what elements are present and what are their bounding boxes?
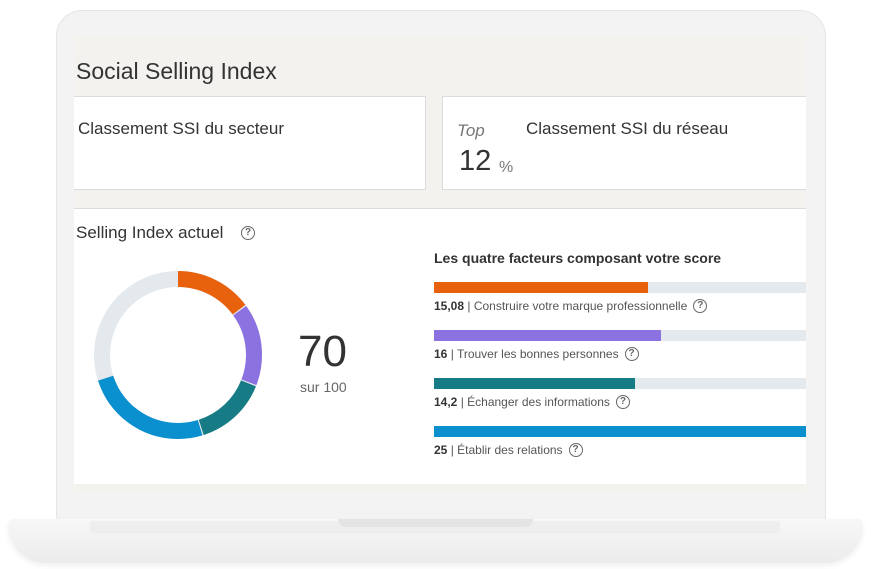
sector-rank-label: Classement SSI du secteur: [78, 119, 284, 138]
top-label: Top: [457, 121, 485, 140]
factor-bar-track: [434, 282, 806, 293]
question-circle-icon[interactable]: ?: [568, 442, 583, 457]
question-circle-icon[interactable]: ?: [615, 394, 630, 409]
selling-index-title: Selling Index actuel ?: [76, 223, 255, 243]
factor-bar-track: [434, 378, 806, 389]
factor-separator: |: [464, 299, 474, 313]
network-rank-value: 12: [459, 145, 492, 177]
network-rank-label: Classement SSI du réseau: [526, 119, 729, 138]
factor-separator: |: [447, 347, 457, 361]
factor-bar-fill: [434, 378, 635, 389]
factor-bar-fill: [434, 282, 648, 293]
factor-label: 15,08 | Construire votre marque professi…: [434, 298, 708, 314]
selling-index-title-text: Selling Index actuel: [76, 223, 224, 242]
sector-rank-card: Classement SSI du secteur: [74, 96, 426, 190]
factor-name: Échanger des informations: [467, 395, 610, 409]
question-circle-icon[interactable]: ?: [693, 298, 708, 313]
score-value: 70: [298, 327, 347, 376]
question-circle-icon[interactable]: ?: [624, 346, 639, 361]
factor-label: 16 | Trouver les bonnes personnes?: [434, 346, 639, 362]
factor-value: 14,2: [434, 395, 458, 409]
network-rank-card: Top 12 % Classement SSI du réseau: [442, 96, 806, 190]
factor-value: 16: [434, 347, 448, 361]
factor-value: 25: [434, 443, 448, 457]
factors-title: Les quatre facteurs composant votre scor…: [434, 250, 722, 266]
factor-bar-track: [434, 426, 806, 437]
question-circle-icon[interactable]: ?: [241, 226, 255, 240]
laptop-notch: [338, 519, 533, 527]
factor-separator: |: [447, 443, 458, 457]
selling-index-panel: Selling Index actuel ? 70 sur 100 Les qu…: [74, 208, 806, 484]
factor-label: 25 | Établir des relations?: [434, 442, 583, 458]
page-title: Social Selling Index: [76, 58, 277, 84]
factor-value: 15,08: [434, 299, 465, 313]
factor-label: 14,2 | Échanger des informations?: [434, 394, 630, 410]
factor-name: Construire votre marque professionnelle: [473, 299, 688, 313]
factor-name: Établir des relations: [457, 443, 563, 457]
score-donut-chart: [94, 271, 262, 439]
factor-bar-track: [434, 330, 806, 341]
network-rank-unit: %: [499, 159, 514, 176]
score-out-of: sur 100: [300, 379, 347, 395]
factor-bar-fill: [434, 330, 661, 341]
factor-name: Trouver les bonnes personnes: [456, 347, 619, 361]
factor-separator: |: [457, 395, 468, 409]
screen: Social Selling Index Classement SSI du s…: [74, 36, 806, 492]
factor-bar-fill: [434, 426, 806, 437]
